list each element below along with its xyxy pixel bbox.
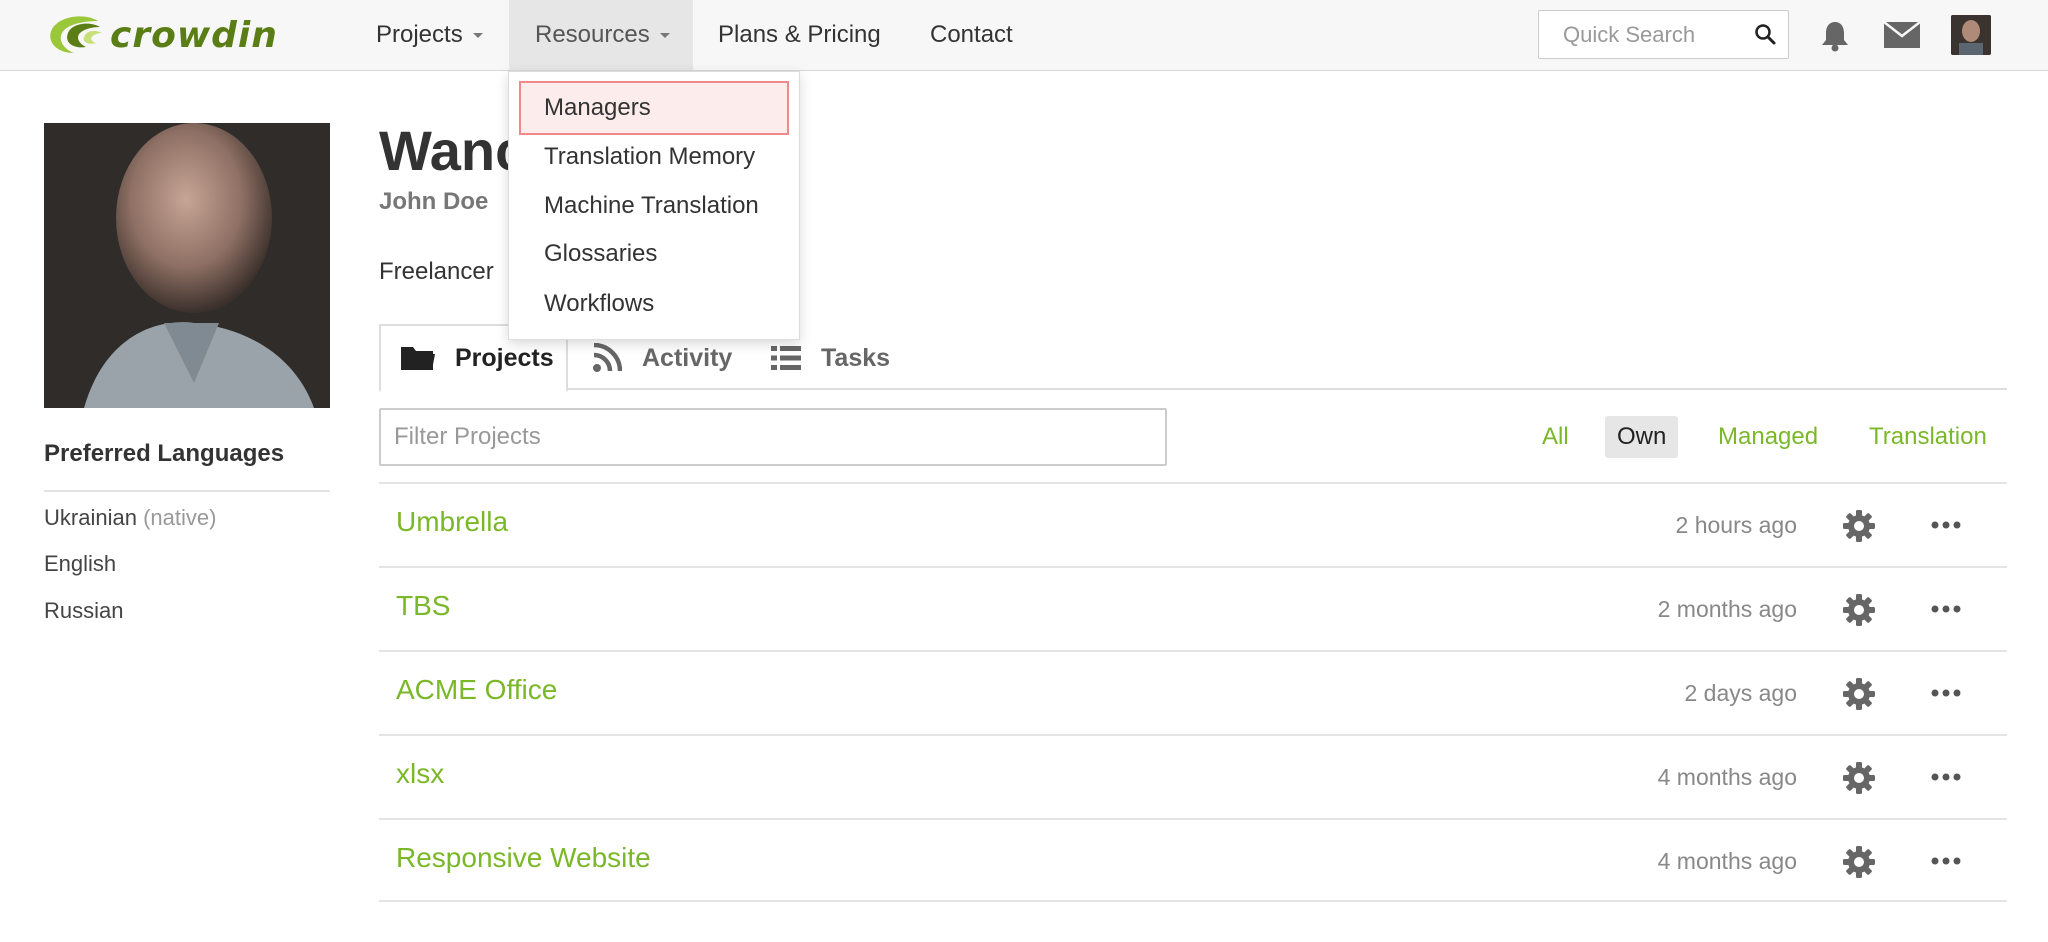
notifications-bell-icon[interactable] [1820, 20, 1850, 52]
nav-contact-label: Contact [930, 21, 1013, 48]
project-row: Responsive Website 4 months ago [379, 818, 2007, 902]
nav-plans-pricing[interactable]: Plans & Pricing [692, 0, 907, 70]
filter-own[interactable]: Own [1605, 416, 1679, 458]
menu-item-label: Managers [544, 94, 651, 121]
project-updated-time: 4 months ago [1657, 848, 1797, 874]
project-row: xlsx 4 months ago [379, 734, 2007, 818]
project-row: ACME Office 2 days ago [379, 650, 2007, 734]
nav-contact[interactable]: Contact [904, 0, 1039, 70]
project-name-link[interactable]: xlsx [396, 758, 444, 790]
more-options-icon[interactable] [1931, 772, 1961, 782]
messages-mail-icon[interactable] [1884, 22, 1920, 48]
nav-projects[interactable]: Projects [350, 0, 509, 70]
nav-resources[interactable]: Resources [509, 0, 693, 70]
crowdin-logo[interactable]: crowdin [46, 10, 336, 60]
menu-item-translation-memory[interactable]: Translation Memory [509, 133, 799, 181]
language-note: (native) [143, 505, 217, 530]
project-name-link[interactable]: ACME Office [396, 674, 557, 706]
caret-down-icon [659, 32, 670, 38]
menu-item-label: Glossaries [544, 240, 658, 267]
language-name: Russian [44, 598, 124, 623]
language-item: English [44, 551, 116, 577]
more-options-icon[interactable] [1931, 856, 1961, 866]
list-icon [771, 346, 801, 370]
avatar-image [1951, 15, 1991, 55]
folder-icon [401, 344, 435, 372]
menu-item-label: Workflows [544, 290, 655, 317]
quick-search [1538, 10, 1789, 59]
profile-photo-image [44, 123, 330, 408]
profile-role: Freelancer [379, 258, 494, 285]
user-avatar[interactable] [1951, 15, 1991, 55]
settings-gear-icon[interactable] [1841, 676, 1877, 712]
filter-projects-input[interactable] [379, 408, 1167, 466]
rss-icon [592, 343, 622, 373]
search-icon[interactable] [1754, 23, 1776, 45]
project-row: TBS 2 months ago [379, 566, 2007, 650]
quick-search-input[interactable] [1563, 21, 1763, 48]
project-row: Umbrella 2 hours ago [379, 482, 2007, 566]
filter-managed[interactable]: Managed [1706, 416, 1830, 458]
top-navbar: crowdin Projects Resources Plans & Prici… [0, 0, 2048, 71]
project-name-link[interactable]: Umbrella [396, 506, 508, 538]
language-item: Russian [44, 598, 123, 624]
settings-gear-icon[interactable] [1841, 508, 1877, 544]
language-name: Ukrainian [44, 505, 137, 530]
more-options-icon[interactable] [1931, 520, 1961, 530]
project-updated-time: 2 months ago [1657, 596, 1797, 622]
more-options-icon[interactable] [1931, 688, 1961, 698]
project-updated-time: 4 months ago [1657, 764, 1797, 790]
filter-all[interactable]: All [1530, 416, 1581, 458]
language-name: English [44, 551, 117, 576]
nav-resources-label: Resources [535, 21, 650, 48]
menu-item-label: Translation Memory [544, 143, 756, 170]
menu-item-managers[interactable]: Managers [519, 81, 789, 135]
filter-translation[interactable]: Translation [1857, 416, 1999, 458]
project-updated-time: 2 hours ago [1675, 512, 1797, 538]
crowdin-logo-icon [50, 16, 102, 53]
settings-gear-icon[interactable] [1841, 844, 1877, 880]
list-divider [379, 900, 2007, 902]
tab-label: Projects [455, 343, 554, 372]
tab-label: Activity [642, 343, 733, 372]
caret-down-icon [472, 32, 483, 38]
nav-projects-label: Projects [376, 21, 463, 48]
menu-item-machine-translation[interactable]: Machine Translation [509, 182, 799, 230]
profile-title: Wanc [379, 119, 527, 182]
settings-gear-icon[interactable] [1841, 592, 1877, 628]
logo-text: crowdin [110, 14, 278, 56]
sidebar-divider [44, 490, 330, 492]
resources-dropdown-menu: Managers Translation Memory Machine Tran… [508, 71, 800, 340]
project-updated-time: 2 days ago [1684, 680, 1797, 706]
project-name-link[interactable]: TBS [396, 590, 450, 622]
nav-plans-label: Plans & Pricing [718, 21, 881, 48]
project-name-link[interactable]: Responsive Website [396, 842, 651, 874]
settings-gear-icon[interactable] [1841, 760, 1877, 796]
more-options-icon[interactable] [1931, 604, 1961, 614]
preferred-languages-title: Preferred Languages [44, 440, 285, 467]
menu-item-label: Machine Translation [544, 192, 759, 219]
profile-photo [44, 123, 330, 408]
menu-item-workflows[interactable]: Workflows [509, 280, 799, 328]
tab-label: Tasks [821, 343, 891, 372]
language-item: Ukrainian (native) [44, 505, 216, 531]
profile-username: John Doe [379, 188, 489, 215]
menu-item-glossaries[interactable]: Glossaries [509, 230, 799, 278]
